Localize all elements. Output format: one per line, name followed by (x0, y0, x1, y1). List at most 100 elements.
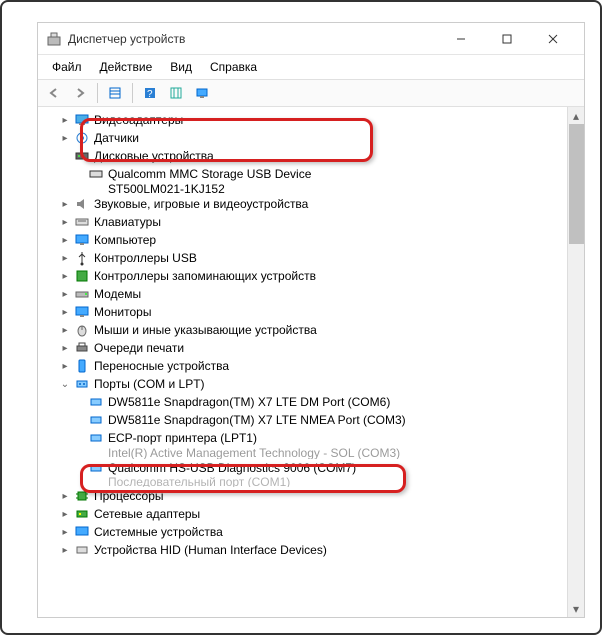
maximize-button[interactable] (484, 23, 530, 55)
sensor-icon (74, 130, 90, 146)
expander-icon[interactable]: ▸ (58, 323, 72, 337)
tree-node-system-devices[interactable]: ▸ Системные устройства (40, 523, 565, 541)
scroll-up-arrow[interactable]: ▴ (568, 107, 584, 124)
node-label: Звуковые, игровые и видеоустройства (94, 197, 308, 211)
tree-node-sensors[interactable]: ▸ Датчики (40, 129, 565, 147)
tree-node-display-adapters[interactable]: ▸ Видеоадаптеры (40, 111, 565, 129)
tree-node-disk-st500[interactable]: ST500LM021-1KJ152 (40, 183, 565, 195)
back-button[interactable] (42, 82, 66, 104)
node-label: Мониторы (94, 305, 151, 319)
tree-node-disk-drives[interactable]: Дисковые устройства (40, 147, 565, 165)
detail-view-button[interactable] (103, 82, 127, 104)
app-icon (46, 31, 62, 47)
tree-node-sound[interactable]: ▸ Звуковые, игровые и видеоустройства (40, 195, 565, 213)
tree-node-computer[interactable]: ▸ Компьютер (40, 231, 565, 249)
portable-device-icon (74, 358, 90, 374)
node-label: ECP-порт принтера (LPT1) (108, 431, 257, 445)
tree-node-port-intel[interactable]: Intel(R) Active Management Technology - … (40, 447, 565, 459)
node-label: Процессоры (94, 489, 164, 503)
node-label: Дисковые устройства (94, 149, 214, 163)
node-label: Компьютер (94, 233, 156, 247)
network-icon (74, 506, 90, 522)
expander-icon[interactable]: ▸ (58, 113, 72, 127)
toolbar-separator (97, 83, 98, 103)
node-label: Переносные устройства (94, 359, 229, 373)
node-label: Модемы (94, 287, 141, 301)
node-label: Qualcomm HS-USB Diagnostics 9006 (COM7) (108, 461, 356, 475)
expander-icon[interactable]: ▸ (58, 305, 72, 319)
tree-node-monitors[interactable]: ▸ Мониторы (40, 303, 565, 321)
computer-icon (74, 232, 90, 248)
menu-help[interactable]: Справка (202, 57, 265, 77)
scan-button[interactable] (164, 82, 188, 104)
close-button[interactable] (530, 23, 576, 55)
tree-node-port-nmea[interactable]: DW5811e Snapdragon(TM) X7 LTE NMEA Port … (40, 411, 565, 429)
help-button[interactable]: ? (138, 82, 162, 104)
expander-icon[interactable]: ⌄ (58, 377, 72, 391)
expander-icon[interactable]: ▸ (58, 507, 72, 521)
tree-node-ports[interactable]: ⌄ Порты (COM и LPT) (40, 375, 565, 393)
keyboard-icon (74, 214, 90, 230)
tree-node-keyboards[interactable]: ▸ Клавиатуры (40, 213, 565, 231)
tree-node-net-adapters[interactable]: ▸ Сетевые адаптеры (40, 505, 565, 523)
port-icon (88, 430, 104, 446)
expander-icon[interactable]: ▸ (58, 543, 72, 557)
svg-text:?: ? (147, 89, 153, 100)
menu-action[interactable]: Действие (92, 57, 161, 77)
expander-icon[interactable]: ▸ (58, 251, 72, 265)
tree-node-mice[interactable]: ▸ Мыши и иные указывающие устройства (40, 321, 565, 339)
window-title: Диспетчер устройств (68, 32, 438, 46)
node-label: Устройства HID (Human Interface Devices) (94, 543, 327, 557)
modem-icon (74, 286, 90, 302)
monitor-icon (74, 304, 90, 320)
expander-icon[interactable]: ▸ (58, 215, 72, 229)
tree-node-port-serial[interactable]: Последовательный порт (COM1) (40, 477, 565, 487)
expander-icon[interactable]: ▸ (58, 525, 72, 539)
minimize-button[interactable] (438, 23, 484, 55)
device-tree-area: ▸ Видеоадаптеры ▸ Датчики Дисковые устро… (38, 107, 584, 617)
mouse-icon (74, 322, 90, 338)
printer-icon (74, 340, 90, 356)
tree-node-modems[interactable]: ▸ Модемы (40, 285, 565, 303)
tree-node-portable[interactable]: ▸ Переносные устройства (40, 357, 565, 375)
expander-icon[interactable] (58, 149, 72, 163)
tree-node-port-qualcomm[interactable]: Qualcomm HS-USB Diagnostics 9006 (COM7) (40, 459, 565, 477)
expander-icon[interactable]: ▸ (58, 287, 72, 301)
node-label: Очереди печати (94, 341, 184, 355)
node-label: Qualcomm MMC Storage USB Device (108, 167, 311, 181)
forward-button[interactable] (68, 82, 92, 104)
disk-icon (74, 148, 90, 164)
menu-file[interactable]: Файл (44, 57, 90, 77)
device-manager-window: Диспетчер устройств Файл Действие Вид Сп… (37, 22, 585, 618)
expander-icon[interactable]: ▸ (58, 233, 72, 247)
node-label: Датчики (94, 131, 139, 145)
expander-icon[interactable]: ▸ (58, 359, 72, 373)
node-label: Системные устройства (94, 525, 223, 539)
node-label: Порты (COM и LPT) (94, 377, 205, 391)
tree-node-port-ecp[interactable]: ECP-порт принтера (LPT1) (40, 429, 565, 447)
hid-icon (74, 542, 90, 558)
tree-node-processors[interactable]: ▸ Процессоры (40, 487, 565, 505)
device-tree[interactable]: ▸ Видеоадаптеры ▸ Датчики Дисковые устро… (38, 111, 584, 559)
expander-icon[interactable]: ▸ (58, 197, 72, 211)
expander-icon[interactable]: ▸ (58, 131, 72, 145)
expander-icon[interactable]: ▸ (58, 489, 72, 503)
scroll-thumb[interactable] (569, 124, 584, 244)
display-adapter-icon (74, 112, 90, 128)
menubar: Файл Действие Вид Справка (38, 55, 584, 79)
tree-node-usb-controllers[interactable]: ▸ Контроллеры USB (40, 249, 565, 267)
expander-icon[interactable]: ▸ (58, 341, 72, 355)
disk-icon (88, 183, 104, 195)
tree-node-port-dm[interactable]: DW5811e Snapdragon(TM) X7 LTE DM Port (C… (40, 393, 565, 411)
processor-icon (74, 488, 90, 504)
expander-icon[interactable]: ▸ (58, 269, 72, 283)
menu-view[interactable]: Вид (162, 57, 200, 77)
tree-node-qualcomm-mmc[interactable]: Qualcomm MMC Storage USB Device (40, 165, 565, 183)
tree-node-print-queues[interactable]: ▸ Очереди печати (40, 339, 565, 357)
scroll-down-arrow[interactable]: ▾ (568, 600, 584, 617)
tree-node-hid[interactable]: ▸ Устройства HID (Human Interface Device… (40, 541, 565, 559)
node-label: Видеоадаптеры (94, 113, 183, 127)
vertical-scrollbar[interactable]: ▴ ▾ (567, 107, 584, 617)
tree-node-storage-controllers[interactable]: ▸ Контроллеры запоминающих устройств (40, 267, 565, 285)
computer-icon-button[interactable] (190, 82, 214, 104)
